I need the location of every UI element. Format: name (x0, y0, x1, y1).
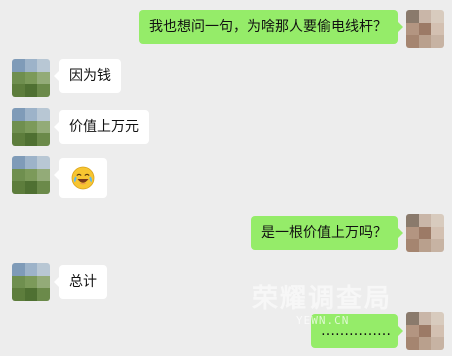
message-bubble-received[interactable] (54, 158, 107, 198)
message-bubble-received[interactable]: 因为钱 (54, 59, 121, 93)
contact-avatar[interactable] (12, 59, 50, 97)
chat-window: 我也想问一句，为啥那人要偷电线杆？ 因为钱 价值上万元 是一根价值上万吗？ 总计… (0, 0, 452, 356)
my-avatar[interactable] (406, 10, 444, 48)
laughing-crying-emoji-icon (71, 166, 95, 190)
message-bubble-sent[interactable]: 是一根价值上万吗？ (251, 216, 403, 250)
message-bubble-received[interactable]: 价值上万元 (54, 110, 149, 144)
message-bubble-sent[interactable]: 我也想问一句，为啥那人要偷电线杆？ (139, 10, 403, 44)
message-bubble-sent[interactable]: …………… (311, 314, 403, 348)
watermark-brand: 荣耀调查局 (252, 284, 393, 314)
my-avatar[interactable] (406, 312, 444, 350)
message-bubble-received[interactable]: 总计 (54, 265, 107, 299)
contact-avatar[interactable] (12, 263, 50, 301)
contact-avatar[interactable] (12, 108, 50, 146)
my-avatar[interactable] (406, 214, 444, 252)
watermark: 荣耀调查局 YEWN.CN (252, 278, 393, 327)
contact-avatar[interactable] (12, 156, 50, 194)
